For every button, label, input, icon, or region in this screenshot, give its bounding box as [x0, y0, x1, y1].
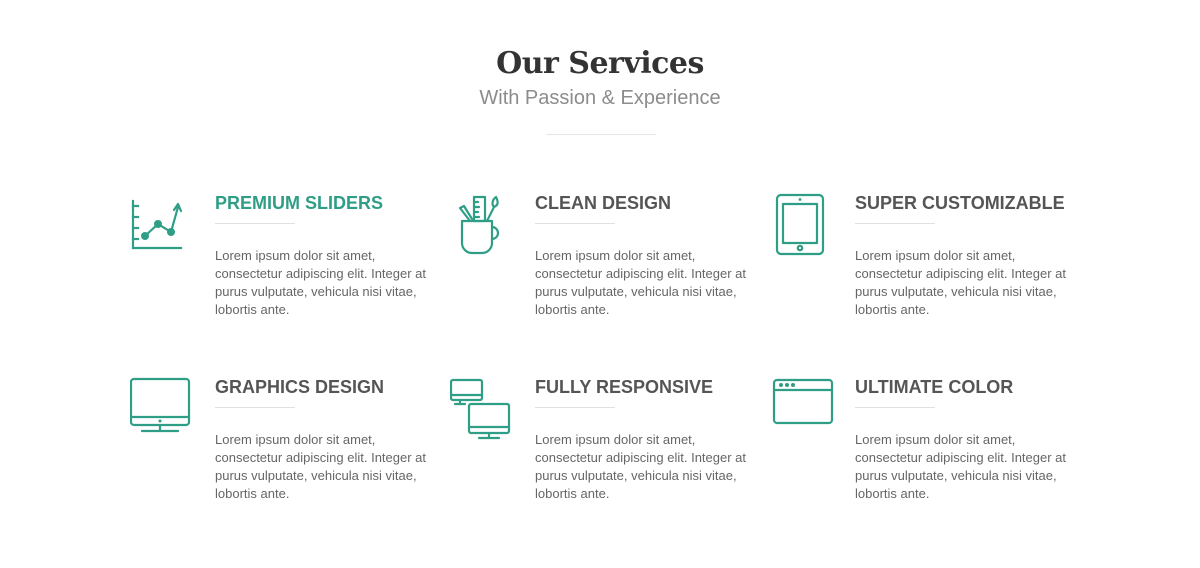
service-ultimate-color: Ultimate Color Lorem ipsum dolor sit ame… — [770, 376, 1090, 536]
service-graphics-design: Graphics Design Lorem ipsum dolor sit am… — [130, 376, 450, 536]
design-tools-icon — [450, 192, 514, 256]
service-divider — [215, 407, 295, 408]
service-title[interactable]: Clean Design — [535, 192, 765, 214]
service-fully-responsive: Fully Responsive Lorem ipsum dolor sit a… — [450, 376, 770, 536]
service-title[interactable]: Fully Responsive — [535, 376, 765, 398]
service-description: Lorem ipsum dolor sit amet, consectetur … — [855, 432, 1067, 501]
chart-icon — [130, 192, 194, 256]
monitor-icon — [130, 376, 194, 440]
service-clean-design: Clean Design Lorem ipsum dolor sit amet,… — [450, 192, 770, 352]
section-header: Our Services With Passion & Experience — [0, 44, 1200, 113]
service-divider — [535, 223, 615, 224]
service-title[interactable]: Super Customizable — [855, 192, 1085, 214]
section-subtitle: With Passion & Experience — [479, 87, 721, 109]
service-divider — [215, 223, 295, 224]
service-title[interactable]: Ultimate Color — [855, 376, 1085, 398]
section-title: Our Services — [496, 46, 704, 81]
service-divider — [855, 223, 935, 224]
service-description: Lorem ipsum dolor sit amet, consectetur … — [535, 432, 747, 501]
header-divider — [546, 134, 656, 135]
service-description: Lorem ipsum dolor sit amet, consectetur … — [535, 248, 747, 317]
responsive-devices-icon — [450, 376, 514, 440]
service-description: Lorem ipsum dolor sit amet, consectetur … — [215, 432, 427, 501]
browser-window-icon — [770, 376, 834, 440]
service-super-customizable: Super Customizable Lorem ipsum dolor sit… — [770, 192, 1090, 352]
service-description: Lorem ipsum dolor sit amet, consectetur … — [215, 248, 427, 317]
service-premium-sliders: Premium Sliders Lorem ipsum dolor sit am… — [130, 192, 450, 352]
service-description: Lorem ipsum dolor sit amet, consectetur … — [855, 248, 1067, 317]
service-title[interactable]: Graphics Design — [215, 376, 445, 398]
service-divider — [535, 407, 615, 408]
service-title[interactable]: Premium Sliders — [215, 192, 445, 214]
service-divider — [855, 407, 935, 408]
tablet-icon — [770, 192, 834, 256]
